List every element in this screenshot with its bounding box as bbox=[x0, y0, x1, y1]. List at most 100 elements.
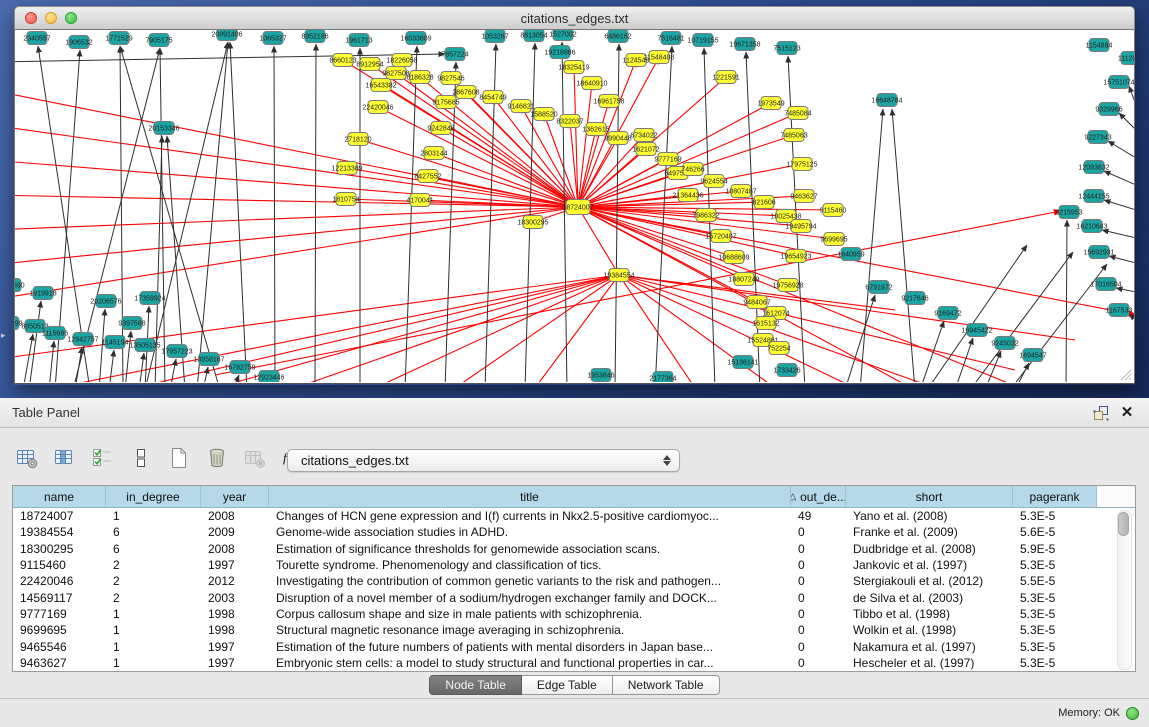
graph-node[interactable]: 2803144 bbox=[420, 147, 447, 160]
table-cell[interactable]: 2 bbox=[106, 574, 201, 588]
graph-node[interactable]: 9227343 bbox=[1084, 131, 1111, 144]
graph-node[interactable]: 752254 bbox=[767, 342, 790, 355]
graph-node[interactable]: 22420046 bbox=[362, 101, 393, 114]
graph-edge[interactable] bbox=[145, 42, 228, 382]
graph-node[interactable]: 1145194 bbox=[102, 336, 129, 349]
table-row[interactable]: 1938455462009Genome-wide association stu… bbox=[13, 524, 1135, 540]
graph-node[interactable]: 8660123 bbox=[329, 54, 356, 67]
table-cell[interactable]: Investigating the contribution of common… bbox=[269, 574, 791, 588]
graph-edge[interactable] bbox=[160, 48, 165, 382]
graph-edge[interactable] bbox=[120, 46, 123, 382]
graph-edge[interactable] bbox=[578, 207, 619, 275]
graph-edge[interactable] bbox=[1104, 200, 1134, 210]
graph-node[interactable]: 8912954 bbox=[356, 58, 383, 71]
graph-node[interactable]: 9329966 bbox=[1095, 103, 1122, 116]
table-cell[interactable]: Hescheler et al. (1997) bbox=[846, 656, 1013, 670]
graph-node[interactable]: 20891406 bbox=[211, 30, 242, 41]
graph-node[interactable]: 16782759 bbox=[224, 361, 255, 374]
column-header-out-de-[interactable]: △out_de... bbox=[791, 486, 846, 507]
graph-node[interactable]: 6791972 bbox=[865, 281, 892, 294]
table-cell[interactable]: 5.3E-5 bbox=[1013, 640, 1097, 654]
graph-node[interactable]: 2867608 bbox=[452, 86, 479, 99]
table-cell[interactable]: 5.9E-5 bbox=[1013, 542, 1097, 556]
graph-node[interactable]: 8322037 bbox=[556, 115, 583, 128]
graph-edge[interactable] bbox=[955, 338, 973, 382]
graph-edge[interactable] bbox=[1015, 363, 1029, 382]
graph-edge[interactable] bbox=[230, 42, 247, 382]
graph-node[interactable]: 1694547 bbox=[1019, 349, 1046, 362]
table-row[interactable]: 1872400712008Changes of HCN gene express… bbox=[13, 508, 1135, 524]
table-cell[interactable]: Structural magnetic resonance image aver… bbox=[269, 623, 791, 637]
table-row[interactable]: 946554611997Estimation of the future num… bbox=[13, 638, 1135, 654]
table-cell[interactable]: 2003 bbox=[201, 591, 269, 605]
table-cell[interactable]: Dudbridge et al. (2008) bbox=[846, 542, 1013, 556]
graph-node[interactable]: 1640959 bbox=[837, 248, 864, 261]
table-cell[interactable]: 18300295 bbox=[13, 542, 106, 556]
graph-node[interactable]: 821606 bbox=[752, 196, 775, 209]
table-cell[interactable]: 2 bbox=[106, 591, 201, 605]
graph-node[interactable]: 2340557 bbox=[23, 32, 50, 45]
graph-node[interactable]: 7485063 bbox=[780, 129, 807, 142]
window-resize-grip[interactable] bbox=[1116, 365, 1132, 381]
graph-node[interactable]: 17975125 bbox=[786, 158, 817, 171]
table-cell[interactable]: 5.3E-5 bbox=[1013, 656, 1097, 670]
delete-table-icon[interactable] bbox=[242, 445, 268, 471]
graph-node[interactable]: 16543382 bbox=[365, 79, 396, 92]
table-row[interactable]: 911546021997Tourette syndrome. Phenomeno… bbox=[13, 557, 1135, 573]
vertical-scrollbar[interactable] bbox=[1117, 510, 1132, 670]
graph-node[interactable]: 19671358 bbox=[729, 38, 760, 51]
table-cell[interactable]: Disruption of a novel member of a sodium… bbox=[269, 591, 791, 605]
table-cell[interactable]: Genome-wide association studies in ADHD. bbox=[269, 525, 791, 539]
table-row[interactable]: 969969511998Structural magnetic resonanc… bbox=[13, 622, 1135, 638]
table-row[interactable]: 946362711997Embryonic stem cells: a mode… bbox=[13, 655, 1135, 671]
table-cell[interactable]: 1997 bbox=[201, 558, 269, 572]
table-columns-icon[interactable] bbox=[52, 445, 78, 471]
graph-node[interactable]: 1167533 bbox=[1106, 304, 1133, 317]
graph-node[interactable]: 18325419 bbox=[558, 61, 589, 74]
table-cell[interactable]: 0 bbox=[791, 607, 846, 621]
table-cell[interactable]: 5.5E-5 bbox=[1013, 574, 1097, 588]
graph-node[interactable]: 1621072 bbox=[632, 143, 659, 156]
graph-edge[interactable] bbox=[15, 207, 578, 230]
minimize-window-button[interactable] bbox=[45, 12, 57, 24]
graph-node[interactable]: 16033809 bbox=[400, 32, 431, 45]
graph-node[interactable]: 9175685 bbox=[432, 96, 459, 109]
table-cell[interactable]: Wolkin et al. (1998) bbox=[846, 623, 1013, 637]
table-cell[interactable]: 1 bbox=[106, 509, 201, 523]
graph-edge[interactable] bbox=[860, 109, 883, 382]
table-cell[interactable]: 2 bbox=[106, 558, 201, 572]
table-cell[interactable]: 0 bbox=[791, 656, 846, 670]
graph-node[interactable]: 18300295 bbox=[517, 216, 548, 229]
graph-node[interactable]: 1588520 bbox=[530, 108, 557, 121]
graph-node[interactable]: 9115460 bbox=[820, 204, 847, 217]
tab-network-table[interactable]: Network Table bbox=[613, 675, 720, 695]
graph-node[interactable]: 1527002 bbox=[549, 30, 576, 41]
graph-edge[interactable] bbox=[139, 353, 144, 382]
table-cell[interactable]: 1997 bbox=[201, 640, 269, 654]
table-cell[interactable]: 14569117 bbox=[13, 591, 106, 605]
graph-node[interactable]: 16945422 bbox=[961, 324, 992, 337]
table-cell[interactable]: Nakamura et al. (1997) bbox=[846, 640, 1013, 654]
scrollbar-thumb[interactable] bbox=[1118, 512, 1129, 536]
graph-node[interactable]: 1953846 bbox=[587, 369, 614, 382]
graph-edge[interactable] bbox=[15, 207, 578, 265]
graph-node[interactable]: 17957223 bbox=[161, 345, 192, 358]
graph-node[interactable]: 7857224 bbox=[441, 48, 468, 61]
network-window[interactable]: citations_edges.txt 23405571906532177152… bbox=[14, 6, 1135, 385]
graph-node[interactable]: 8813054 bbox=[520, 30, 547, 42]
graph-node[interactable]: 8427552 bbox=[414, 170, 441, 183]
table-cell[interactable]: 1 bbox=[106, 607, 201, 621]
table-cell[interactable]: Tourette syndrome. Phenomenology and cla… bbox=[269, 558, 791, 572]
graph-node[interactable]: 12942757 bbox=[67, 333, 98, 346]
table-cell[interactable]: 1998 bbox=[201, 607, 269, 621]
graph-node[interactable]: 1771529 bbox=[105, 32, 132, 45]
graph-node[interactable]: 1919918 bbox=[29, 287, 56, 300]
row-height-icon[interactable] bbox=[128, 445, 154, 471]
graph-node[interactable]: 18640910 bbox=[576, 77, 607, 90]
graph-node[interactable]: 9242848 bbox=[427, 122, 454, 135]
graph-node[interactable]: 9217646 bbox=[901, 292, 928, 305]
graph-edge[interactable] bbox=[73, 48, 160, 382]
collapse-panel-arrow-icon[interactable]: ▸ bbox=[1, 330, 6, 341]
table-cell[interactable]: 1998 bbox=[201, 623, 269, 637]
table-cell[interactable]: Jankovic et al. (1997) bbox=[846, 558, 1013, 572]
